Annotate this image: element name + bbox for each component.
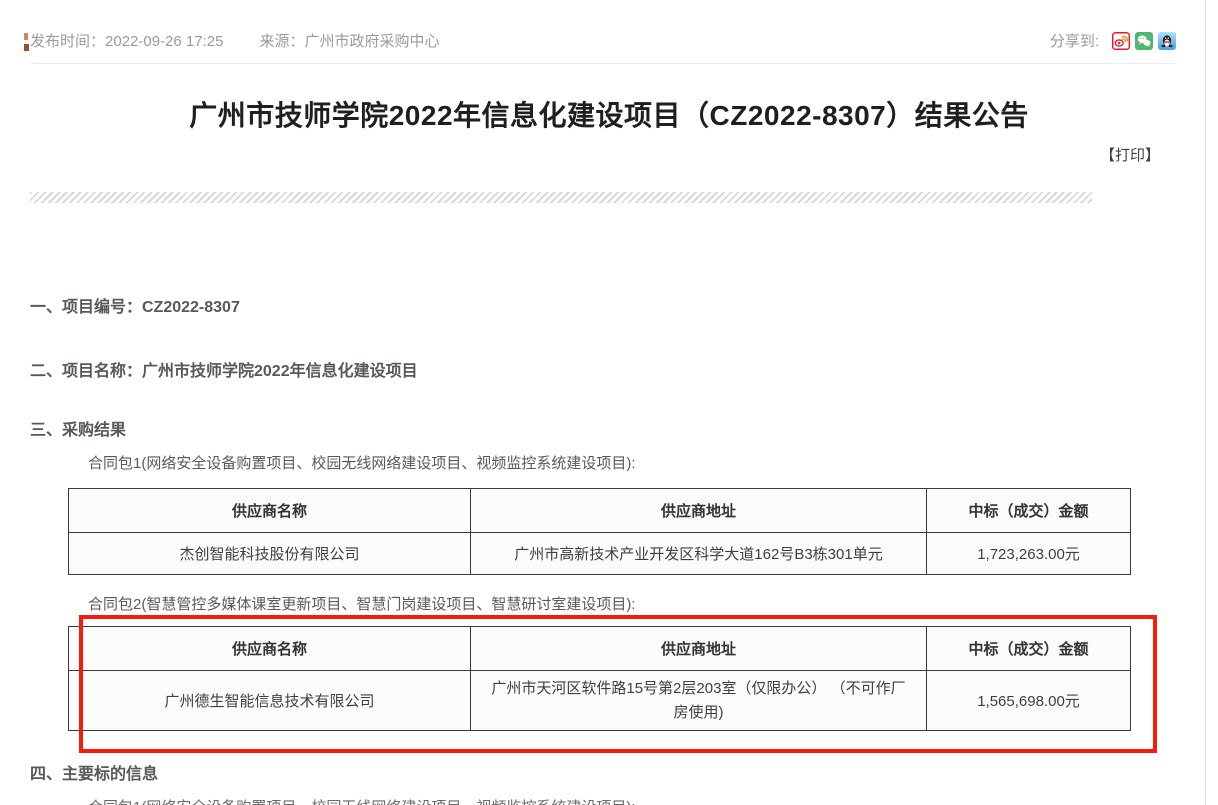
package2-label: 合同包2(智慧管控多媒体课室更新项目、智慧门岗建设项目、智慧研讨室建设项目): — [88, 593, 636, 614]
supplier-address-cell: 广州市天河区软件路15号第2层203室（仅限办公） （不可作厂房使用) — [471, 671, 927, 731]
page-title: 广州市技师学院2022年信息化建设项目（CZ2022-8307）结果公告 — [60, 94, 1158, 134]
source: 来源：广州市政府采购中心 — [259, 30, 439, 51]
section-procurement-result: 三、采购结果 — [30, 416, 126, 440]
header-supplier-name: 供应商名称 — [69, 627, 471, 671]
supplier-name-cell: 广州德生智能信息技术有限公司 — [69, 671, 471, 731]
award-amount-cell: 1,723,263.00元 — [927, 533, 1131, 575]
print-button[interactable]: 【打印】 — [1100, 144, 1160, 165]
supplier-address-cell: 广州市高新技术产业开发区科学大道162号B3栋301单元 — [471, 533, 927, 575]
supplier-name-cell: 杰创智能科技股份有限公司 — [69, 533, 471, 575]
hatched-divider — [30, 192, 1092, 203]
page-right-border — [1205, 0, 1206, 805]
left-edge-artifact — [24, 44, 29, 51]
header-supplier-name: 供应商名称 — [69, 489, 471, 533]
header-supplier-address: 供应商地址 — [471, 489, 927, 533]
meta-divider — [30, 63, 1176, 64]
weibo-share-icon[interactable] — [1112, 32, 1130, 50]
publish-time: 发布时间：2022-09-26 17:25 — [30, 30, 223, 51]
table-header-row: 供应商名称 供应商地址 中标（成交）金额 — [69, 627, 1131, 671]
section-main-subject-info: 四、主要标的信息 — [30, 760, 158, 784]
qq-share-icon[interactable] — [1158, 32, 1176, 50]
header-supplier-address: 供应商地址 — [471, 627, 927, 671]
header-award-amount: 中标（成交）金额 — [927, 627, 1131, 671]
share-group: 分享到: — [1050, 30, 1176, 51]
publish-time-label: 发布时间： — [30, 33, 105, 50]
table-row: 广州德生智能信息技术有限公司 广州市天河区软件路15号第2层203室（仅限办公）… — [69, 671, 1131, 731]
result-table-package2: 供应商名称 供应商地址 中标（成交）金额 广州德生智能信息技术有限公司 广州市天… — [68, 626, 1131, 731]
partial-bottom-line: 合同包1(网络安全设备购置项目、校园无线网络建设项目、视频监控系统建设项目): — [88, 796, 636, 805]
table-header-row: 供应商名称 供应商地址 中标（成交）金额 — [69, 489, 1131, 533]
source-label: 来源： — [259, 33, 304, 50]
result-table-package1: 供应商名称 供应商地址 中标（成交）金额 杰创智能科技股份有限公司 广州市高新技… — [68, 488, 1131, 575]
source-value: 广州市政府采购中心 — [304, 33, 439, 50]
meta-bar: 发布时间：2022-09-26 17:25 来源：广州市政府采购中心 分享到: — [30, 30, 1176, 51]
publish-time-value: 2022-09-26 17:25 — [105, 33, 223, 50]
wechat-share-icon[interactable] — [1135, 32, 1153, 50]
award-amount-cell: 1,565,698.00元 — [927, 671, 1131, 731]
table-row: 杰创智能科技股份有限公司 广州市高新技术产业开发区科学大道162号B3栋301单… — [69, 533, 1131, 575]
header-award-amount: 中标（成交）金额 — [927, 489, 1131, 533]
section-project-number: 一、项目编号：CZ2022-8307 — [30, 293, 240, 317]
package1-label: 合同包1(网络安全设备购置项目、校园无线网络建设项目、视频监控系统建设项目): — [88, 452, 636, 473]
left-edge-artifact — [24, 33, 28, 40]
section-project-name: 二、项目名称：广州市技师学院2022年信息化建设项目 — [30, 357, 418, 381]
share-label: 分享到: — [1050, 30, 1099, 51]
